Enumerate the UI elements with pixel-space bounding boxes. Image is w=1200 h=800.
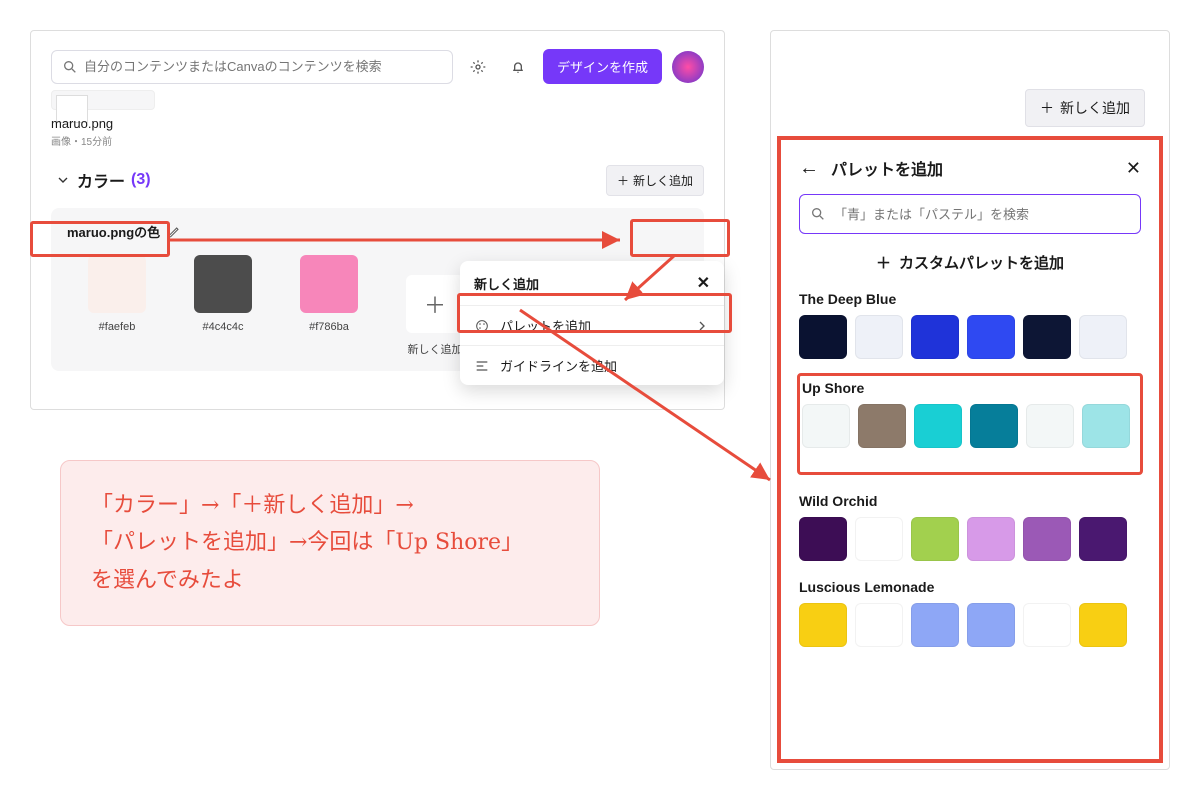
color-section-toggle[interactable]: カラー (3) — [51, 162, 161, 198]
palette-swatch[interactable] — [1023, 315, 1071, 359]
palette-swatch[interactable] — [970, 404, 1018, 448]
palette-swatch[interactable] — [911, 315, 959, 359]
palette-swatch[interactable] — [967, 315, 1015, 359]
palette-swatch[interactable] — [1082, 404, 1130, 448]
right-title: パレットを追加 — [831, 156, 943, 180]
annotation-line: 「カラー」→「＋新しく追加」→ — [91, 487, 569, 524]
create-design-button[interactable]: デザインを作成 — [543, 49, 662, 84]
palette-group[interactable]: The Deep Blue — [799, 291, 1141, 359]
close-icon[interactable]: ✕ — [1126, 158, 1141, 179]
palette-card-title: maruo.pngの色 — [67, 222, 160, 241]
palette-swatch[interactable] — [799, 603, 847, 647]
plus-icon: ＋ — [876, 252, 891, 273]
dropdown-add-guideline[interactable]: ガイドラインを追加 — [460, 345, 724, 385]
topbar: デザインを作成 — [51, 49, 704, 84]
guideline-icon — [474, 358, 490, 374]
file-meta: 画像・15分前 — [51, 133, 704, 148]
highlight-up-shore: Up Shore — [797, 373, 1143, 475]
palette-side-panel: ← パレットを追加 ✕ ＋ カスタムパレットを追加 The Deep Blue U… — [777, 136, 1163, 763]
section-title: カラー — [77, 168, 125, 192]
file-name: maruo.png — [51, 116, 704, 131]
palette-swatch[interactable] — [1023, 603, 1071, 647]
palette-group[interactable]: Up Shore — [802, 380, 1138, 448]
palette-swatch[interactable] — [799, 315, 847, 359]
settings-icon[interactable] — [463, 52, 493, 82]
left-panel: デザインを作成 maruo.png 画像・15分前 カラー (3) ＋ 新しく追… — [30, 30, 725, 410]
palette-group-name: Luscious Lemonade — [799, 579, 1141, 595]
plus-icon: ＋ — [1040, 98, 1054, 118]
color-swatch[interactable] — [88, 255, 146, 313]
annotation-line: を選んでみたよ — [91, 562, 569, 599]
annotation-callout: 「カラー」→「＋新しく追加」→ 「パレットを追加」→今回は「Up Shore」 … — [60, 460, 600, 626]
palette-swatch[interactable] — [1026, 404, 1074, 448]
swatch-col: #f786ba — [279, 255, 379, 333]
palette-group-name: Wild Orchid — [799, 493, 1141, 509]
palette-swatch[interactable] — [1023, 517, 1071, 561]
chevron-right-icon — [694, 318, 710, 334]
plus-icon: ＋ — [617, 172, 629, 189]
annotation-line: 「パレットを追加」→今回は「Up Shore」 — [91, 524, 569, 561]
palette-swatch[interactable] — [855, 603, 903, 647]
bell-icon[interactable] — [503, 52, 533, 82]
swatch-label: #4c4c4c — [203, 321, 244, 333]
dropdown-title: 新しく追加 — [474, 274, 539, 293]
add-new-label: 新しく追加 — [633, 172, 693, 189]
add-new-button[interactable]: ＋ 新しく追加 — [606, 165, 704, 196]
palette-swatch[interactable] — [855, 517, 903, 561]
palette-swatch[interactable] — [1079, 517, 1127, 561]
palette-swatch[interactable] — [855, 315, 903, 359]
palette-group[interactable]: Luscious Lemonade — [799, 579, 1141, 647]
palette-icon — [474, 318, 490, 334]
palette-search[interactable] — [799, 194, 1141, 234]
color-swatch[interactable] — [194, 255, 252, 313]
right-panel: ＋ 新しく追加 ← パレットを追加 ✕ ＋ カスタムパレットを追加 The De… — [770, 30, 1170, 770]
custom-add-label: カスタムパレットを追加 — [899, 252, 1064, 273]
search-input[interactable] — [84, 59, 442, 74]
swatch-col: #4c4c4c — [173, 255, 273, 333]
back-arrow-icon[interactable]: ← — [799, 157, 819, 180]
palette-swatch[interactable] — [1079, 315, 1127, 359]
right-add-new-label: 新しく追加 — [1060, 98, 1130, 118]
section-count: (3) — [131, 171, 151, 189]
palette-search-input[interactable] — [834, 207, 1130, 222]
palette-swatch[interactable] — [858, 404, 906, 448]
add-custom-palette[interactable]: ＋ カスタムパレットを追加 — [799, 252, 1141, 273]
add-swatch-button[interactable]: ＋ — [406, 275, 464, 333]
palette-swatch[interactable] — [911, 517, 959, 561]
dropdown-palette-label: パレットを追加 — [500, 316, 591, 335]
pencil-icon[interactable] — [166, 224, 182, 240]
right-add-new-button[interactable]: ＋ 新しく追加 — [1025, 89, 1145, 127]
dropdown-guideline-label: ガイドラインを追加 — [500, 356, 617, 375]
chevron-down-icon — [55, 172, 71, 188]
palette-swatch[interactable] — [914, 404, 962, 448]
search-icon — [62, 59, 78, 75]
palette-group[interactable]: Wild Orchid — [799, 493, 1141, 561]
add-dropdown: 新しく追加 ✕ パレットを追加 ガイドラインを追加 — [460, 261, 724, 385]
search-box[interactable] — [51, 50, 453, 84]
palette-group-name: The Deep Blue — [799, 291, 1141, 307]
palette-swatch[interactable] — [1079, 603, 1127, 647]
color-section-bar: カラー (3) ＋ 新しく追加 — [51, 162, 704, 198]
palette-swatch[interactable] — [967, 603, 1015, 647]
avatar[interactable] — [672, 51, 704, 83]
palette-group-name: Up Shore — [802, 380, 1138, 396]
search-icon — [810, 206, 826, 222]
swatch-label: #f786ba — [309, 321, 349, 333]
swatch-label: #faefeb — [99, 321, 136, 333]
dropdown-add-palette[interactable]: パレットを追加 — [460, 305, 724, 345]
palette-swatch[interactable] — [967, 517, 1015, 561]
palette-swatch[interactable] — [799, 517, 847, 561]
swatch-col: #faefeb — [67, 255, 167, 333]
palette-swatch[interactable] — [911, 603, 959, 647]
close-icon[interactable]: ✕ — [697, 273, 710, 293]
file-thumbnail: maruo.png 画像・15分前 — [51, 90, 704, 148]
palette-swatch[interactable] — [802, 404, 850, 448]
color-swatch[interactable] — [300, 255, 358, 313]
add-swatch-label: 新しく追加 — [408, 341, 463, 357]
